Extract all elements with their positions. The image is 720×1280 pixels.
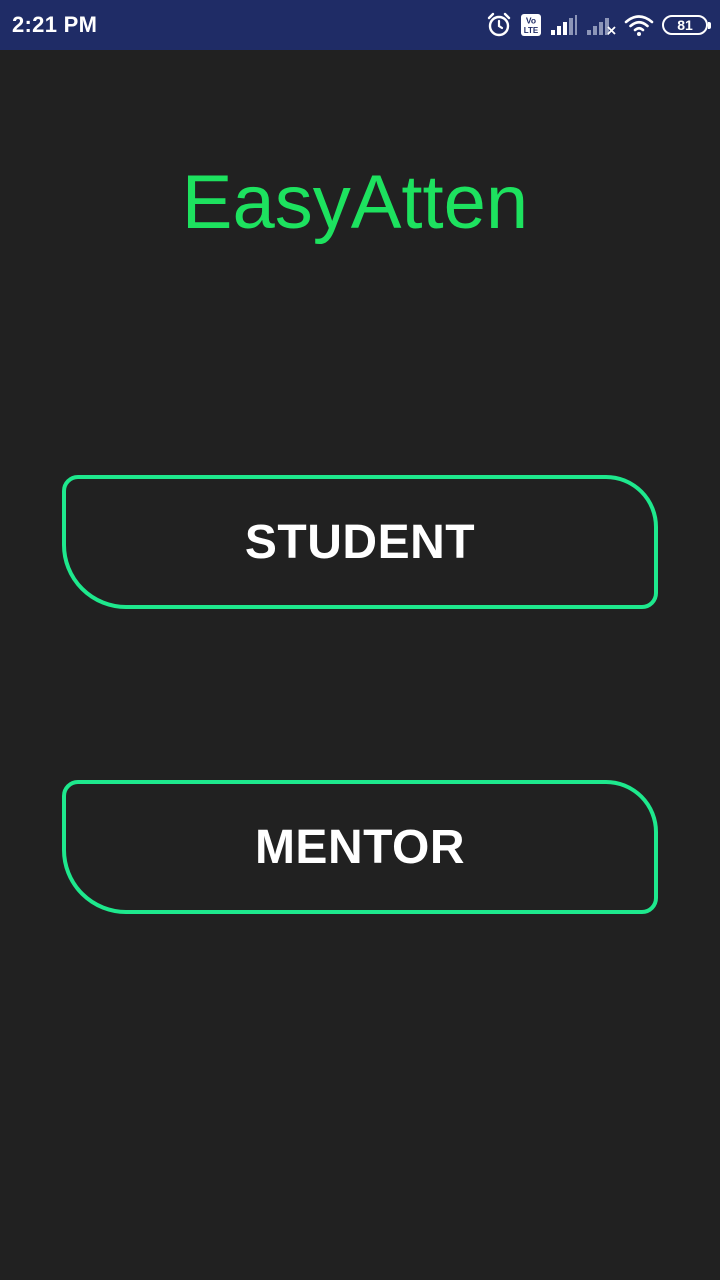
battery-icon: 81 [662, 15, 711, 35]
signal-icon [550, 14, 578, 36]
wifi-icon [624, 13, 654, 37]
student-button-label: STUDENT [244, 515, 476, 569]
student-button[interactable]: STUDENT [62, 475, 658, 609]
alarm-icon [486, 12, 512, 38]
volte-icon: Vo LTE [520, 13, 542, 37]
battery-tip [708, 22, 711, 29]
mentor-button-label: MENTOR [254, 820, 466, 874]
status-bar: 2:21 PM Vo LTE 81 [0, 0, 720, 50]
volte-label-top: Vo [526, 16, 536, 26]
volte-label-bottom: LTE [524, 26, 539, 35]
mentor-button[interactable]: MENTOR [62, 780, 658, 914]
app-title: EasyAtten [181, 160, 529, 245]
signal-no-service-icon [586, 14, 616, 36]
status-time: 2:21 PM [12, 12, 98, 37]
battery-level: 81 [677, 17, 693, 33]
status-icons: Vo LTE 81 [486, 10, 711, 40]
